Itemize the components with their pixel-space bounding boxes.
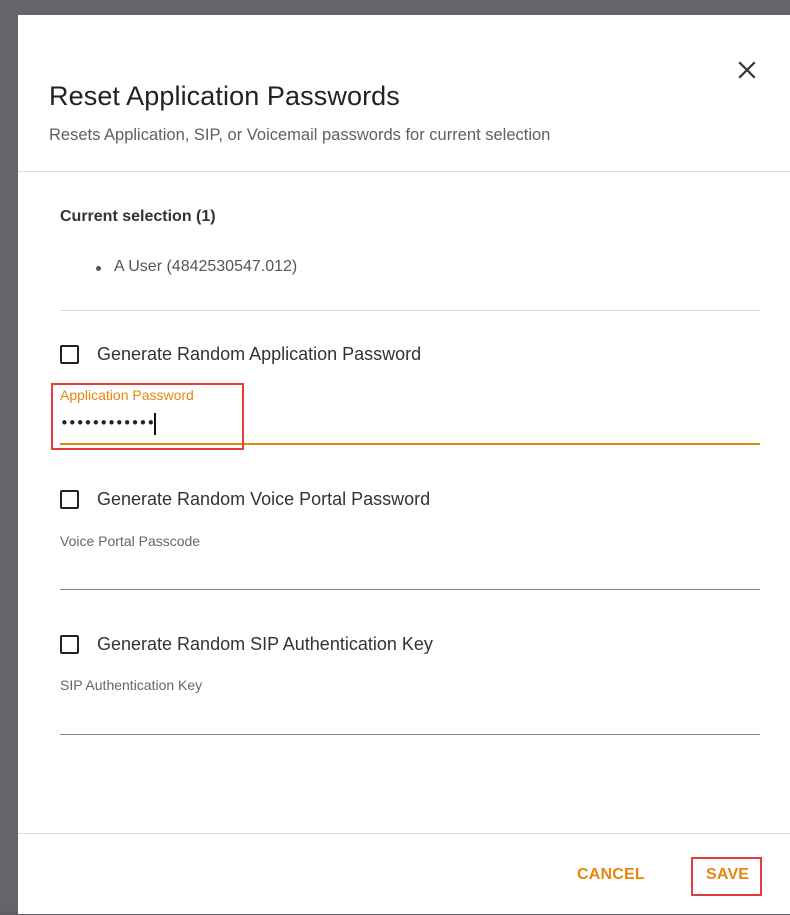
generate-voice-portal-password-checkbox[interactable]: Generate Random Voice Portal Password — [60, 489, 430, 510]
checkbox-box[interactable] — [60, 490, 79, 509]
cancel-button[interactable]: CANCEL — [577, 866, 645, 884]
dialog-subtitle: Resets Application, SIP, or Voicemail pa… — [49, 126, 551, 144]
close-button[interactable] — [732, 55, 762, 85]
section-divider — [60, 310, 760, 311]
field-label: SIP Authentication Key — [60, 677, 203, 693]
dialog-header: Reset Application Passwords Resets Appli… — [18, 15, 790, 172]
annotation-highlight-password — [51, 383, 244, 450]
field-underline — [60, 589, 760, 590]
selection-list: A User (4842530547.012) — [96, 258, 297, 276]
checkbox-label: Generate Random Voice Portal Password — [97, 489, 431, 509]
reset-passwords-dialog: Reset Application Passwords Resets Appli… — [18, 15, 790, 914]
checkbox-box[interactable] — [60, 345, 79, 364]
backdrop: Reset Application Passwords Resets Appli… — [0, 0, 790, 914]
dialog-footer: CANCEL SAVE — [18, 833, 790, 915]
voice-portal-passcode-field[interactable]: Voice Portal Passcode — [60, 533, 760, 591]
close-icon — [738, 61, 756, 79]
field-label: Voice Portal Passcode — [60, 533, 201, 549]
list-item: A User (4842530547.012) — [96, 258, 297, 276]
field-underline — [60, 734, 760, 735]
generate-sip-key-checkbox[interactable]: Generate Random SIP Authentication Key — [60, 634, 433, 655]
dialog-title: Reset Application Passwords — [49, 81, 400, 111]
sip-authentication-key-input[interactable] — [60, 707, 760, 729]
sip-authentication-key-field[interactable]: SIP Authentication Key — [60, 677, 760, 735]
checkbox-label: Generate Random Application Password — [97, 344, 422, 364]
checkbox-box[interactable] — [60, 635, 79, 654]
generate-application-password-checkbox[interactable]: Generate Random Application Password — [60, 344, 421, 365]
voice-portal-passcode-input[interactable] — [60, 563, 760, 585]
annotation-highlight-save — [691, 857, 762, 896]
current-selection-heading: Current selection (1) — [60, 208, 216, 225]
checkbox-label: Generate Random SIP Authentication Key — [97, 634, 433, 654]
